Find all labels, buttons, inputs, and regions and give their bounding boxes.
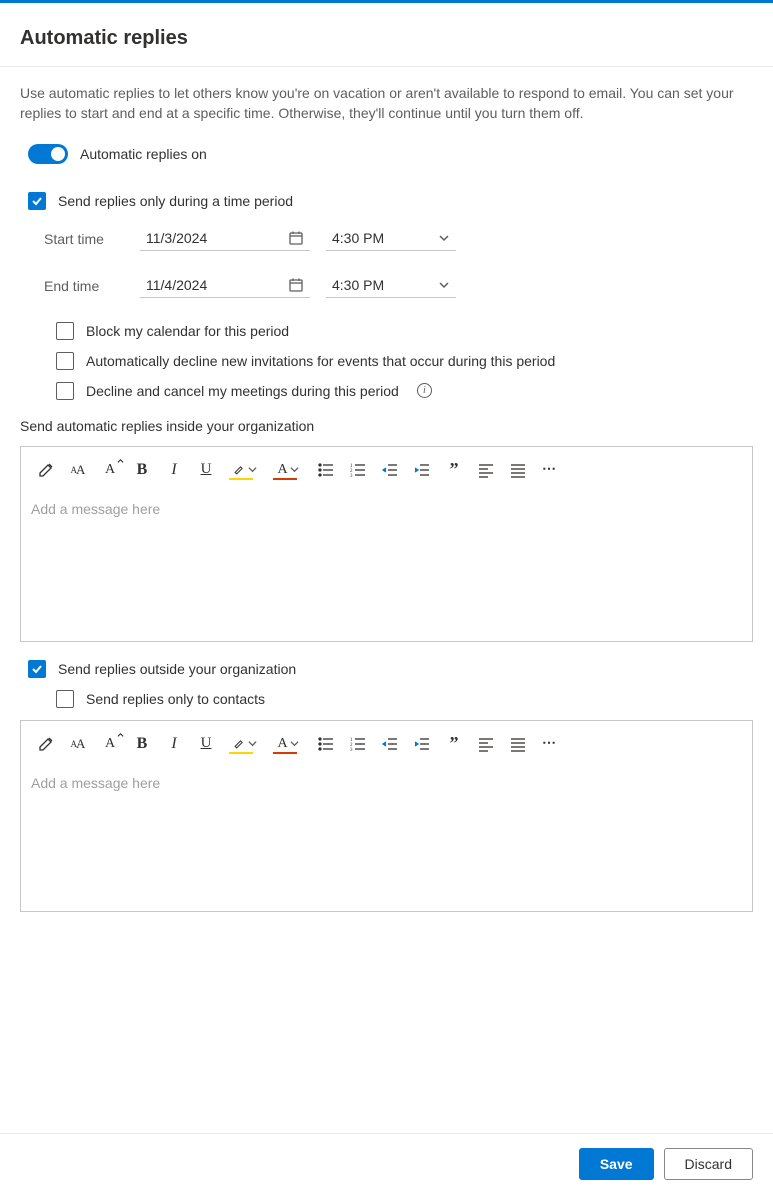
start-time-label: Start time	[44, 231, 140, 247]
decline-new-label: Automatically decline new invitations fo…	[86, 353, 555, 369]
send-only-period-label: Send replies only during a time period	[58, 193, 293, 209]
bold-button[interactable]: B	[131, 733, 153, 755]
automatic-replies-toggle[interactable]	[28, 144, 68, 164]
save-button[interactable]: Save	[579, 1148, 654, 1180]
chevron-down-icon	[438, 279, 450, 291]
italic-button[interactable]: I	[163, 459, 185, 481]
svg-text:3: 3	[350, 474, 353, 479]
external-message-body[interactable]: Add a message here	[21, 767, 752, 911]
font-size-icon[interactable]: A	[99, 459, 121, 481]
numbered-list-icon[interactable]: 123	[347, 733, 369, 755]
calendar-icon	[288, 230, 304, 246]
quote-icon[interactable]: ”	[443, 459, 465, 481]
font-color-button[interactable]: A	[271, 459, 305, 481]
decline-cancel-checkbox[interactable]	[56, 382, 74, 400]
quote-icon[interactable]: ”	[443, 733, 465, 755]
info-icon[interactable]: i	[417, 383, 432, 398]
internal-toolbar: AA A B I U A 123 ” ⋯	[21, 447, 752, 493]
numbered-list-icon[interactable]: 123	[347, 459, 369, 481]
chevron-down-icon	[290, 465, 299, 474]
external-message-editor: AA A B I U A 123 ” ⋯ Add a message here	[20, 720, 753, 912]
more-icon[interactable]: ⋯	[539, 459, 561, 481]
calendar-icon	[288, 277, 304, 293]
bullet-list-icon[interactable]	[315, 733, 337, 755]
chevron-down-icon	[438, 232, 450, 244]
decrease-indent-icon[interactable]	[379, 459, 401, 481]
internal-placeholder: Add a message here	[31, 501, 160, 517]
highlight-button[interactable]	[227, 733, 261, 755]
highlight-button[interactable]	[227, 459, 261, 481]
align-justify-icon[interactable]	[507, 459, 529, 481]
format-painter-icon[interactable]	[35, 459, 57, 481]
chevron-down-icon	[248, 465, 257, 474]
italic-button[interactable]: I	[163, 733, 185, 755]
font-color-button[interactable]: A	[271, 733, 305, 755]
external-placeholder: Add a message here	[31, 775, 160, 791]
send-outside-label: Send replies outside your organization	[58, 661, 296, 677]
font-size-icon[interactable]: A	[99, 733, 121, 755]
format-painter-icon[interactable]	[35, 733, 57, 755]
divider	[0, 66, 773, 67]
decline-cancel-label: Decline and cancel my meetings during th…	[86, 383, 399, 399]
increase-indent-icon[interactable]	[411, 733, 433, 755]
start-date-value: 11/3/2024	[146, 230, 207, 246]
internal-message-body[interactable]: Add a message here	[21, 493, 752, 641]
chevron-down-icon	[248, 739, 257, 748]
decline-new-checkbox[interactable]	[56, 352, 74, 370]
more-icon[interactable]: ⋯	[539, 733, 561, 755]
send-outside-checkbox[interactable]	[28, 660, 46, 678]
footer: Save Discard	[0, 1133, 773, 1194]
increase-indent-icon[interactable]	[411, 459, 433, 481]
contacts-only-checkbox[interactable]	[56, 690, 74, 708]
internal-section-label: Send automatic replies inside your organ…	[20, 418, 753, 434]
svg-text:3: 3	[350, 748, 353, 753]
discard-button[interactable]: Discard	[664, 1148, 753, 1180]
block-calendar-checkbox[interactable]	[56, 322, 74, 340]
send-only-period-checkbox[interactable]	[28, 192, 46, 210]
page-title: Automatic replies	[20, 27, 753, 50]
font-icon[interactable]: AA	[67, 733, 89, 755]
block-calendar-label: Block my calendar for this period	[86, 323, 289, 339]
end-time-field[interactable]: 4:30 PM	[326, 275, 456, 298]
decrease-indent-icon[interactable]	[379, 733, 401, 755]
external-toolbar: AA A B I U A 123 ” ⋯	[21, 721, 752, 767]
end-date-field[interactable]: 11/4/2024	[140, 275, 310, 298]
start-date-field[interactable]: 11/3/2024	[140, 228, 310, 251]
contacts-only-label: Send replies only to contacts	[86, 691, 265, 707]
bullet-list-icon[interactable]	[315, 459, 337, 481]
start-time-value: 4:30 PM	[332, 230, 384, 246]
chevron-down-icon	[290, 739, 299, 748]
align-justify-icon[interactable]	[507, 733, 529, 755]
underline-button[interactable]: U	[195, 459, 217, 481]
end-date-value: 11/4/2024	[146, 277, 207, 293]
description-text: Use automatic replies to let others know…	[20, 83, 753, 124]
end-time-value: 4:30 PM	[332, 277, 384, 293]
bold-button[interactable]: B	[131, 459, 153, 481]
align-left-icon[interactable]	[475, 459, 497, 481]
internal-message-editor: AA A B I U A 123 ” ⋯ Add a message here	[20, 446, 753, 642]
font-icon[interactable]: AA	[67, 459, 89, 481]
underline-button[interactable]: U	[195, 733, 217, 755]
automatic-replies-toggle-label: Automatic replies on	[80, 146, 207, 162]
start-time-field[interactable]: 4:30 PM	[326, 228, 456, 251]
end-time-label: End time	[44, 278, 140, 294]
align-left-icon[interactable]	[475, 733, 497, 755]
